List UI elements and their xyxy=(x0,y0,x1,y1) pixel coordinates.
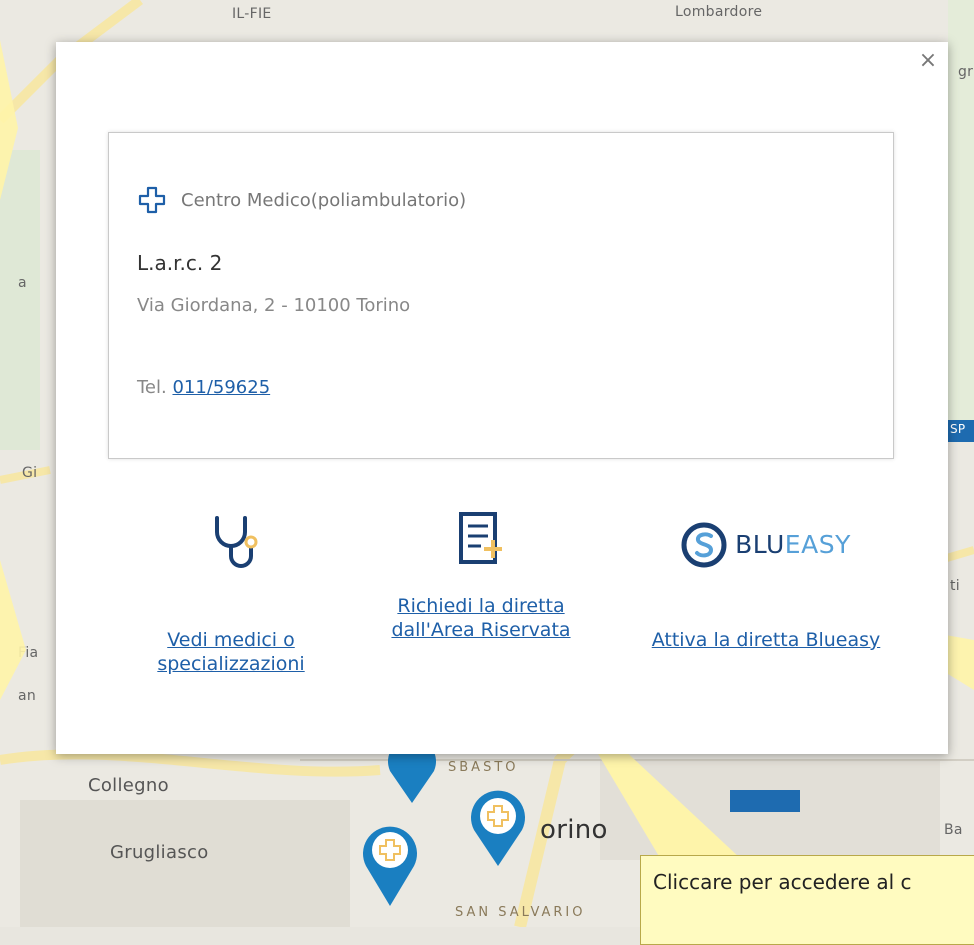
facility-address: Via Giordana, 2 - 10100 Torino xyxy=(137,295,411,316)
doctors-link[interactable]: Vedi medici o specializzazioni xyxy=(126,628,336,676)
map-label: IL-FIE xyxy=(232,6,272,22)
phone-row: Tel. 011/59625 xyxy=(137,377,270,398)
blueasy-link[interactable]: Attiva la diretta Blueasy xyxy=(636,628,896,652)
map-label: ti xyxy=(950,578,960,594)
map-pin-icon[interactable] xyxy=(358,818,422,908)
document-plus-icon xyxy=(459,512,502,564)
doctors-action[interactable]: Vedi medici o specializzazioni xyxy=(126,512,336,676)
map-label: Gi xyxy=(22,465,38,481)
category-row: Centro Medico(poliambulatorio) xyxy=(137,185,466,215)
facility-name: L.a.r.c. 2 xyxy=(137,251,223,275)
map-label: an xyxy=(18,688,37,704)
blueasy-logo: BLUEASY xyxy=(636,520,896,570)
map-label-torino: orino xyxy=(540,815,608,845)
phone-label: Tel. xyxy=(137,377,173,398)
help-tooltip: Cliccare per accedere al c xyxy=(640,855,974,945)
category-label: Centro Medico(poliambulatorio) xyxy=(181,189,467,211)
phone-link[interactable]: 011/59625 xyxy=(172,377,270,398)
blueasy-action[interactable]: BLUEASY Attiva la diretta Blueasy xyxy=(636,520,896,652)
info-popup: × Centro Medico(poliambulatorio) L.a.r.c… xyxy=(56,42,948,754)
blueasy-logo-icon xyxy=(681,522,727,568)
request-link[interactable]: Richiedi la diretta dall'Area Riservata xyxy=(366,594,596,642)
brand-light-text: EASY xyxy=(784,530,851,559)
map-label-san-salvario: SAN SALVARIO xyxy=(455,905,586,920)
medical-cross-icon xyxy=(138,186,166,214)
stethoscope-icon xyxy=(215,516,258,568)
map-label-collegno: Collegno xyxy=(88,775,169,796)
brand-dark-text: BLU xyxy=(735,530,785,559)
map-label: Ba xyxy=(944,822,963,838)
map-label: Fia xyxy=(18,645,39,661)
map-label-grugliasco: Grugliasco xyxy=(110,842,209,863)
map-pin-icon[interactable] xyxy=(466,786,530,868)
map-label: a xyxy=(18,275,27,291)
map-label: Lombardore xyxy=(675,4,763,20)
map-label: gr xyxy=(958,64,974,80)
close-icon[interactable]: × xyxy=(916,50,940,74)
request-action[interactable]: Richiedi la diretta dall'Area Riservata xyxy=(366,510,596,642)
map-label: SBASTO xyxy=(448,760,519,775)
facility-card: Centro Medico(poliambulatorio) L.a.r.c. … xyxy=(108,132,894,459)
map-badge: SP xyxy=(950,422,966,436)
